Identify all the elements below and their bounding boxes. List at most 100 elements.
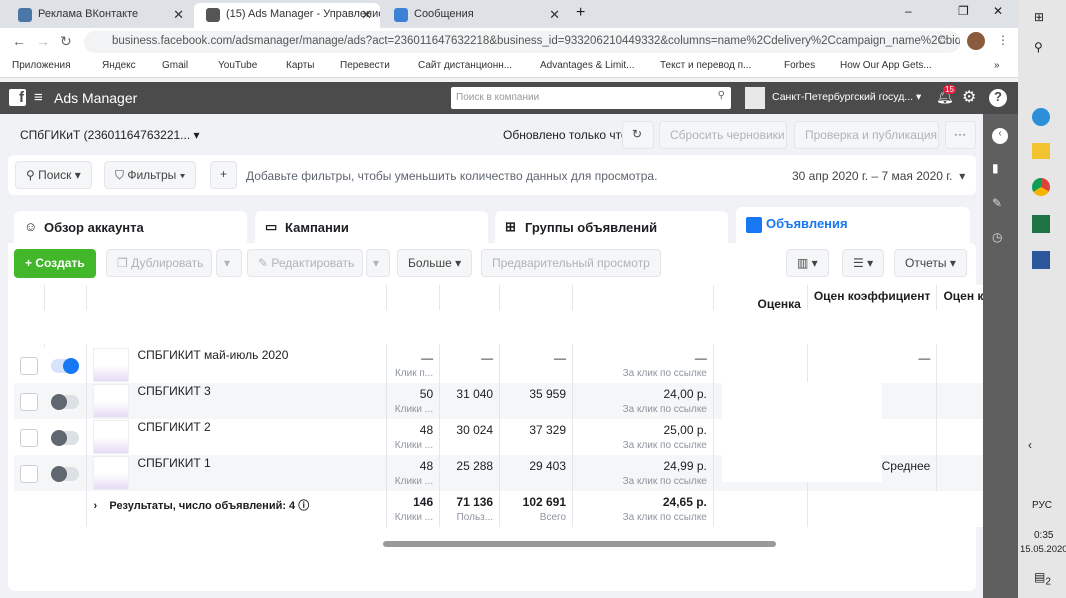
row-checkbox[interactable]	[20, 465, 38, 483]
vk-icon	[18, 8, 32, 22]
explorer-icon[interactable]	[1032, 143, 1050, 159]
chart-icon[interactable]: ▮	[992, 161, 999, 175]
bookmark[interactable]: Приложения	[12, 60, 71, 71]
new-tab-button[interactable]: +	[576, 4, 585, 22]
more-button[interactable]: Больше ▾	[397, 249, 473, 277]
chevron-left-icon[interactable]: ‹	[1028, 438, 1032, 452]
delivery-toggle[interactable]	[50, 430, 79, 446]
bookmark[interactable]: Forbes	[784, 60, 815, 71]
close-icon[interactable]: ✕	[361, 7, 372, 23]
ad-account-selector[interactable]: СПбГИКиТ (23601164763221... ▾	[20, 128, 200, 142]
summary-row: › Результаты, число объявлений: 4 ⓘ 146 К…	[14, 491, 1066, 527]
chrome-icon[interactable]	[1032, 178, 1050, 196]
pencil-icon[interactable]: ✎	[992, 196, 1002, 210]
forward-icon[interactable]: →	[36, 33, 50, 49]
duplicate-button[interactable]: ❐ Дублировать	[106, 249, 212, 277]
notifications-icon[interactable]: ▤2	[1034, 570, 1051, 587]
delivery-toggle[interactable]	[50, 466, 79, 482]
updated-status: Обновлено только что	[503, 128, 628, 142]
close-icon[interactable]: ✕	[173, 7, 184, 23]
help-icon[interactable]: ?	[989, 89, 1007, 107]
ad-name[interactable]: СПБГИКИТ 2	[137, 420, 210, 434]
filters-button[interactable]: ⛉ Фильтры ▾	[104, 161, 197, 189]
gear-icon[interactable]: ⚙	[962, 87, 976, 107]
table-row[interactable]: СПБГИКИТ май-июль 2020 — Клик п... — — — З…	[14, 347, 1066, 383]
add-filter-button[interactable]: +	[210, 161, 238, 189]
bookmark[interactable]: Текст и перевод п...	[660, 60, 751, 71]
search-input[interactable]: Поиск в компании ⚲	[451, 87, 731, 109]
close-icon[interactable]: ✕	[549, 7, 560, 23]
tab-ad-sets[interactable]: ⊞ Группы объявлений	[495, 211, 728, 243]
close-window-button[interactable]: ✕	[993, 4, 1003, 18]
duplicate-dropdown[interactable]: ▾	[216, 249, 242, 277]
redacted-area	[14, 310, 978, 344]
bookmark[interactable]: Сайт дистанционн...	[418, 60, 512, 71]
history-icon[interactable]: ◷	[992, 230, 1002, 244]
table-row[interactable]: СПБГИКИТ 3 50 Клики ... 31 040 35 959 24,…	[14, 383, 1066, 419]
refresh-button[interactable]: ↻	[622, 121, 654, 149]
reports-button[interactable]: Отчеты ▾	[894, 249, 967, 277]
language-indicator[interactable]: РУС	[1032, 500, 1052, 511]
edge-icon[interactable]	[1032, 108, 1050, 126]
excel-icon[interactable]	[1032, 215, 1050, 233]
url-input[interactable]: business.facebook.com/adsmanager/manage/…	[84, 31, 960, 53]
bookmark[interactable]: Перевести	[340, 60, 390, 71]
info-icon[interactable]: ⓘ	[298, 500, 309, 512]
bookmark[interactable]: Карты	[286, 60, 315, 71]
row-checkbox[interactable]	[20, 393, 38, 411]
back-icon[interactable]: ←	[12, 33, 26, 49]
columns-button[interactable]: ▥ ▾	[786, 249, 829, 277]
reload-icon[interactable]: ↻	[60, 33, 72, 50]
browser-tab-active[interactable]: (15) Ads Manager - Управление ✕	[194, 3, 380, 28]
clock-date[interactable]: 15.05.2020	[1020, 544, 1066, 555]
star-icon[interactable]: ☆	[937, 33, 948, 47]
search-icon[interactable]: ⚲	[1034, 40, 1043, 54]
windows-start-icon[interactable]: ⊞	[1034, 10, 1044, 24]
edit-button[interactable]: ✎ Редактировать	[247, 249, 363, 277]
table-row[interactable]: СПБГИКИТ 1 48 Клики ... 25 288 29 403 24,…	[14, 455, 1066, 491]
preview-button[interactable]: Предварительный просмотр	[481, 249, 661, 277]
collapse-icon[interactable]: ‹	[992, 128, 1008, 144]
breakdown-button[interactable]: ☰ ▾	[842, 249, 885, 277]
row-checkbox[interactable]	[20, 357, 38, 375]
menu-icon[interactable]: ⋮	[997, 33, 1009, 47]
ad-name[interactable]: СПБГИКИТ май-июль 2020	[137, 348, 288, 362]
edit-dropdown[interactable]: ▾	[366, 249, 390, 277]
create-button[interactable]: + Создать	[14, 249, 96, 278]
minimize-button[interactable]: –	[905, 4, 912, 18]
ad-thumbnail	[93, 348, 130, 382]
hamburger-icon[interactable]: ≡	[34, 89, 43, 106]
tab-campaigns[interactable]: ▭ Кампании	[255, 211, 488, 243]
browser-tab[interactable]: Сообщения ✕	[382, 3, 568, 28]
discard-drafts-button[interactable]: Сбросить черновики	[659, 121, 787, 149]
search-button[interactable]: ⚲ Поиск ▾	[15, 161, 92, 189]
app-title: Ads Manager	[54, 90, 138, 106]
date-range-picker[interactable]: 30 апр 2020 г. – 7 мая 2020 г. ▾	[792, 169, 965, 183]
restore-button[interactable]: ❐	[958, 4, 969, 18]
grid-icon: ⊞	[505, 219, 516, 234]
ad-name[interactable]: СПБГИКИТ 1	[137, 456, 210, 470]
bookmark[interactable]: Gmail	[162, 60, 188, 71]
bookmark[interactable]: Яндекс	[102, 60, 136, 71]
table-row[interactable]: СПБГИКИТ 2 48 Клики ... 30 024 37 329 25,…	[14, 419, 1066, 455]
review-publish-button[interactable]: Проверка и публикация	[794, 121, 939, 149]
account-selector[interactable]: Санкт-Петербургский госуд... ▾	[772, 91, 921, 103]
clock-time[interactable]: 0:35	[1034, 530, 1053, 541]
row-checkbox[interactable]	[20, 429, 38, 447]
browser-tab[interactable]: Реклама ВКонтакте ✕	[6, 3, 192, 28]
delivery-toggle[interactable]	[50, 358, 79, 374]
expand-icon[interactable]: ›	[93, 500, 97, 512]
tab-account-overview[interactable]: ☺ Обзор аккаунта	[14, 211, 247, 243]
ad-name[interactable]: СПБГИКИТ 3	[137, 384, 210, 398]
delivery-toggle[interactable]	[50, 394, 79, 410]
bookmark[interactable]: How Our App Gets...	[840, 60, 932, 71]
more-options-button[interactable]: ···	[945, 121, 976, 149]
bookmark[interactable]: YouTube	[218, 60, 257, 71]
horizontal-scrollbar[interactable]	[383, 541, 776, 547]
folder-icon: ▭	[265, 219, 278, 234]
tab-ads[interactable]: Объявления	[736, 207, 970, 247]
bookmark[interactable]: Advantages & Limit...	[540, 60, 635, 71]
more-bookmarks-icon[interactable]: »	[994, 60, 1000, 71]
avatar[interactable]	[967, 32, 985, 50]
word-icon[interactable]	[1032, 251, 1050, 269]
